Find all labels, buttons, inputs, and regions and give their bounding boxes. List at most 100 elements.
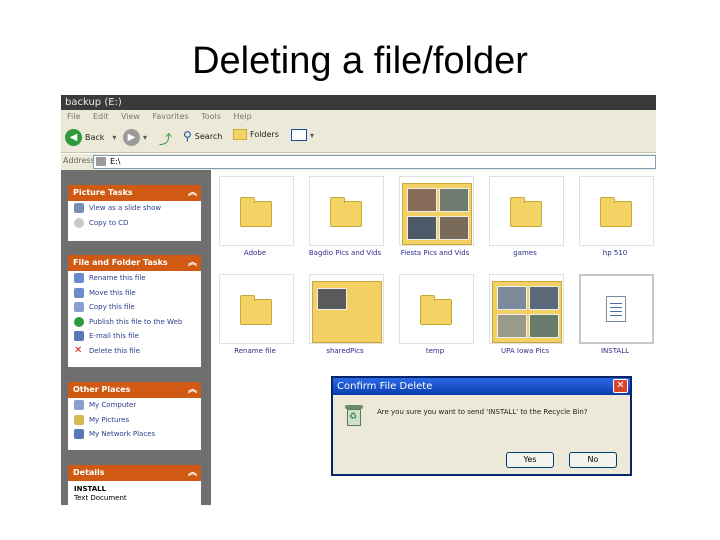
photo-folder-icon — [402, 183, 472, 245]
task-label: Copy to CD — [89, 218, 129, 227]
collapse-icon[interactable]: ︽ — [188, 185, 197, 201]
globe-icon — [74, 316, 84, 327]
search-button[interactable]: ⚲ Search — [183, 129, 222, 143]
menu-edit[interactable]: Edit — [93, 112, 109, 121]
thumbnail — [529, 286, 559, 310]
other-places-panel: Other Places ︽ My Computer My Pictures M… — [68, 382, 201, 450]
menu-tools[interactable]: Tools — [201, 112, 221, 121]
task-copy[interactable]: Copy this file — [68, 300, 201, 315]
collapse-icon[interactable]: ︽ — [188, 465, 197, 481]
search-icon: ⚲ — [183, 129, 192, 143]
thumbnail — [529, 314, 559, 338]
folders-button[interactable]: Folders — [233, 129, 279, 140]
menu-help[interactable]: Help — [233, 112, 251, 121]
dialog-message: Are you sure you want to send 'INSTALL' … — [377, 408, 588, 416]
folder-rename-file[interactable] — [219, 274, 294, 344]
thumbnail — [439, 188, 469, 212]
dialog-titlebar: Confirm File Delete ✕ — [333, 378, 630, 395]
address-label: Address — [63, 156, 95, 165]
place-my-computer[interactable]: My Computer — [68, 398, 201, 413]
address-input[interactable]: E:\ — [93, 155, 656, 169]
thumbnail — [407, 216, 437, 240]
folder-hp510[interactable] — [579, 176, 654, 246]
move-icon — [74, 287, 84, 298]
file-label: Bagdio Pics and Vids — [308, 249, 382, 257]
window-title: backup (E:) — [61, 95, 656, 110]
thumbnail — [497, 314, 527, 338]
task-email[interactable]: E-mail this file — [68, 329, 201, 344]
task-label: Publish this file to the Web — [89, 317, 183, 326]
file-tasks-header[interactable]: File and Folder Tasks ︽ — [68, 255, 201, 271]
close-icon[interactable]: ✕ — [613, 379, 628, 393]
folder-temp[interactable] — [399, 274, 474, 344]
collapse-icon[interactable]: ︽ — [188, 382, 197, 398]
file-install-selected[interactable] — [579, 274, 654, 344]
yes-button[interactable]: Yes — [506, 452, 554, 468]
address-bar: Address E:\ — [61, 154, 656, 170]
photo-folder-icon — [312, 281, 382, 343]
file-label: sharedPics — [326, 347, 364, 355]
place-my-pictures[interactable]: My Pictures — [68, 413, 201, 428]
menu-bar: File Edit View Favorites Tools Help — [61, 110, 656, 123]
menu-view[interactable]: View — [121, 112, 140, 121]
task-delete[interactable]: ✕ Delete this file — [68, 344, 201, 359]
rename-icon — [74, 273, 84, 284]
back-button[interactable]: ◀ Back ▾ — [65, 129, 116, 146]
views-button[interactable]: ▾ — [291, 129, 314, 141]
picture-tasks-title: Picture Tasks — [73, 188, 133, 197]
task-label: Delete this file — [89, 346, 140, 355]
slide-title: Deleting a file/folder — [192, 40, 528, 82]
no-button[interactable]: No — [569, 452, 617, 468]
details-type: Text Document — [74, 494, 127, 502]
back-dropdown-icon[interactable]: ▾ — [112, 133, 116, 142]
file-label: Fiesta Pics and Vids — [400, 249, 470, 257]
drive-icon — [96, 157, 106, 166]
menu-favorites[interactable]: Favorites — [153, 112, 189, 121]
forward-dropdown-icon[interactable]: ▾ — [143, 133, 147, 142]
folder-adobe[interactable] — [219, 176, 294, 246]
folder-upa-iowa[interactable] — [489, 274, 564, 344]
place-label: My Network Places — [89, 430, 156, 438]
other-places-title: Other Places — [73, 385, 131, 394]
file-folder-tasks-panel: File and Folder Tasks ︽ Rename this file… — [68, 255, 201, 367]
confirm-delete-dialog: Confirm File Delete ✕ ♻ Are you sure you… — [331, 376, 632, 476]
folder-fiesta[interactable] — [399, 176, 474, 246]
details-header[interactable]: Details ︽ — [68, 465, 201, 481]
task-move[interactable]: Move this file — [68, 286, 201, 301]
folder-icon — [240, 197, 272, 227]
folders-label: Folders — [250, 130, 279, 139]
other-places-header[interactable]: Other Places ︽ — [68, 382, 201, 398]
thumbnail — [439, 216, 469, 240]
task-rename[interactable]: Rename this file — [68, 271, 201, 286]
task-slide-show[interactable]: View as a slide show — [68, 201, 201, 216]
collapse-icon[interactable]: ︽ — [188, 255, 197, 271]
place-network[interactable]: My Network Places — [68, 427, 201, 442]
slideshow-icon — [74, 203, 84, 214]
network-icon — [74, 429, 84, 440]
folder-icon — [510, 197, 542, 227]
details-panel: Details ︽ INSTALL Text Document — [68, 465, 201, 505]
task-copy-to-cd[interactable]: Copy to CD — [68, 216, 201, 231]
task-label: Copy this file — [89, 303, 135, 311]
up-button[interactable]: ⤴ — [159, 129, 172, 148]
up-folder-icon: ⤴ — [159, 133, 173, 148]
forward-arrow-icon: ▶ — [123, 129, 140, 146]
views-icon — [291, 129, 307, 141]
folder-games[interactable] — [489, 176, 564, 246]
place-label: My Computer — [89, 401, 137, 409]
folder-sharedpics[interactable] — [309, 274, 384, 344]
folder-bagdio[interactable] — [309, 176, 384, 246]
menu-file[interactable]: File — [67, 112, 80, 121]
back-label: Back — [85, 133, 105, 142]
picture-tasks-panel: Picture Tasks ︽ View as a slide show Cop… — [68, 185, 201, 241]
task-publish[interactable]: Publish this file to the Web — [68, 315, 201, 330]
forward-button[interactable]: ▶ ▾ — [123, 129, 147, 146]
photo-folder-icon — [492, 281, 562, 343]
thumbnail — [497, 286, 527, 310]
file-label: Rename file — [234, 347, 276, 355]
toolbar: ◀ Back ▾ ▶ ▾ ⤴ ⚲ Search Folders ▾ — [61, 123, 656, 153]
task-label: Move this file — [89, 288, 136, 297]
file-label: INSTALL — [600, 347, 630, 355]
text-document-icon — [606, 296, 626, 322]
picture-tasks-header[interactable]: Picture Tasks ︽ — [68, 185, 201, 201]
